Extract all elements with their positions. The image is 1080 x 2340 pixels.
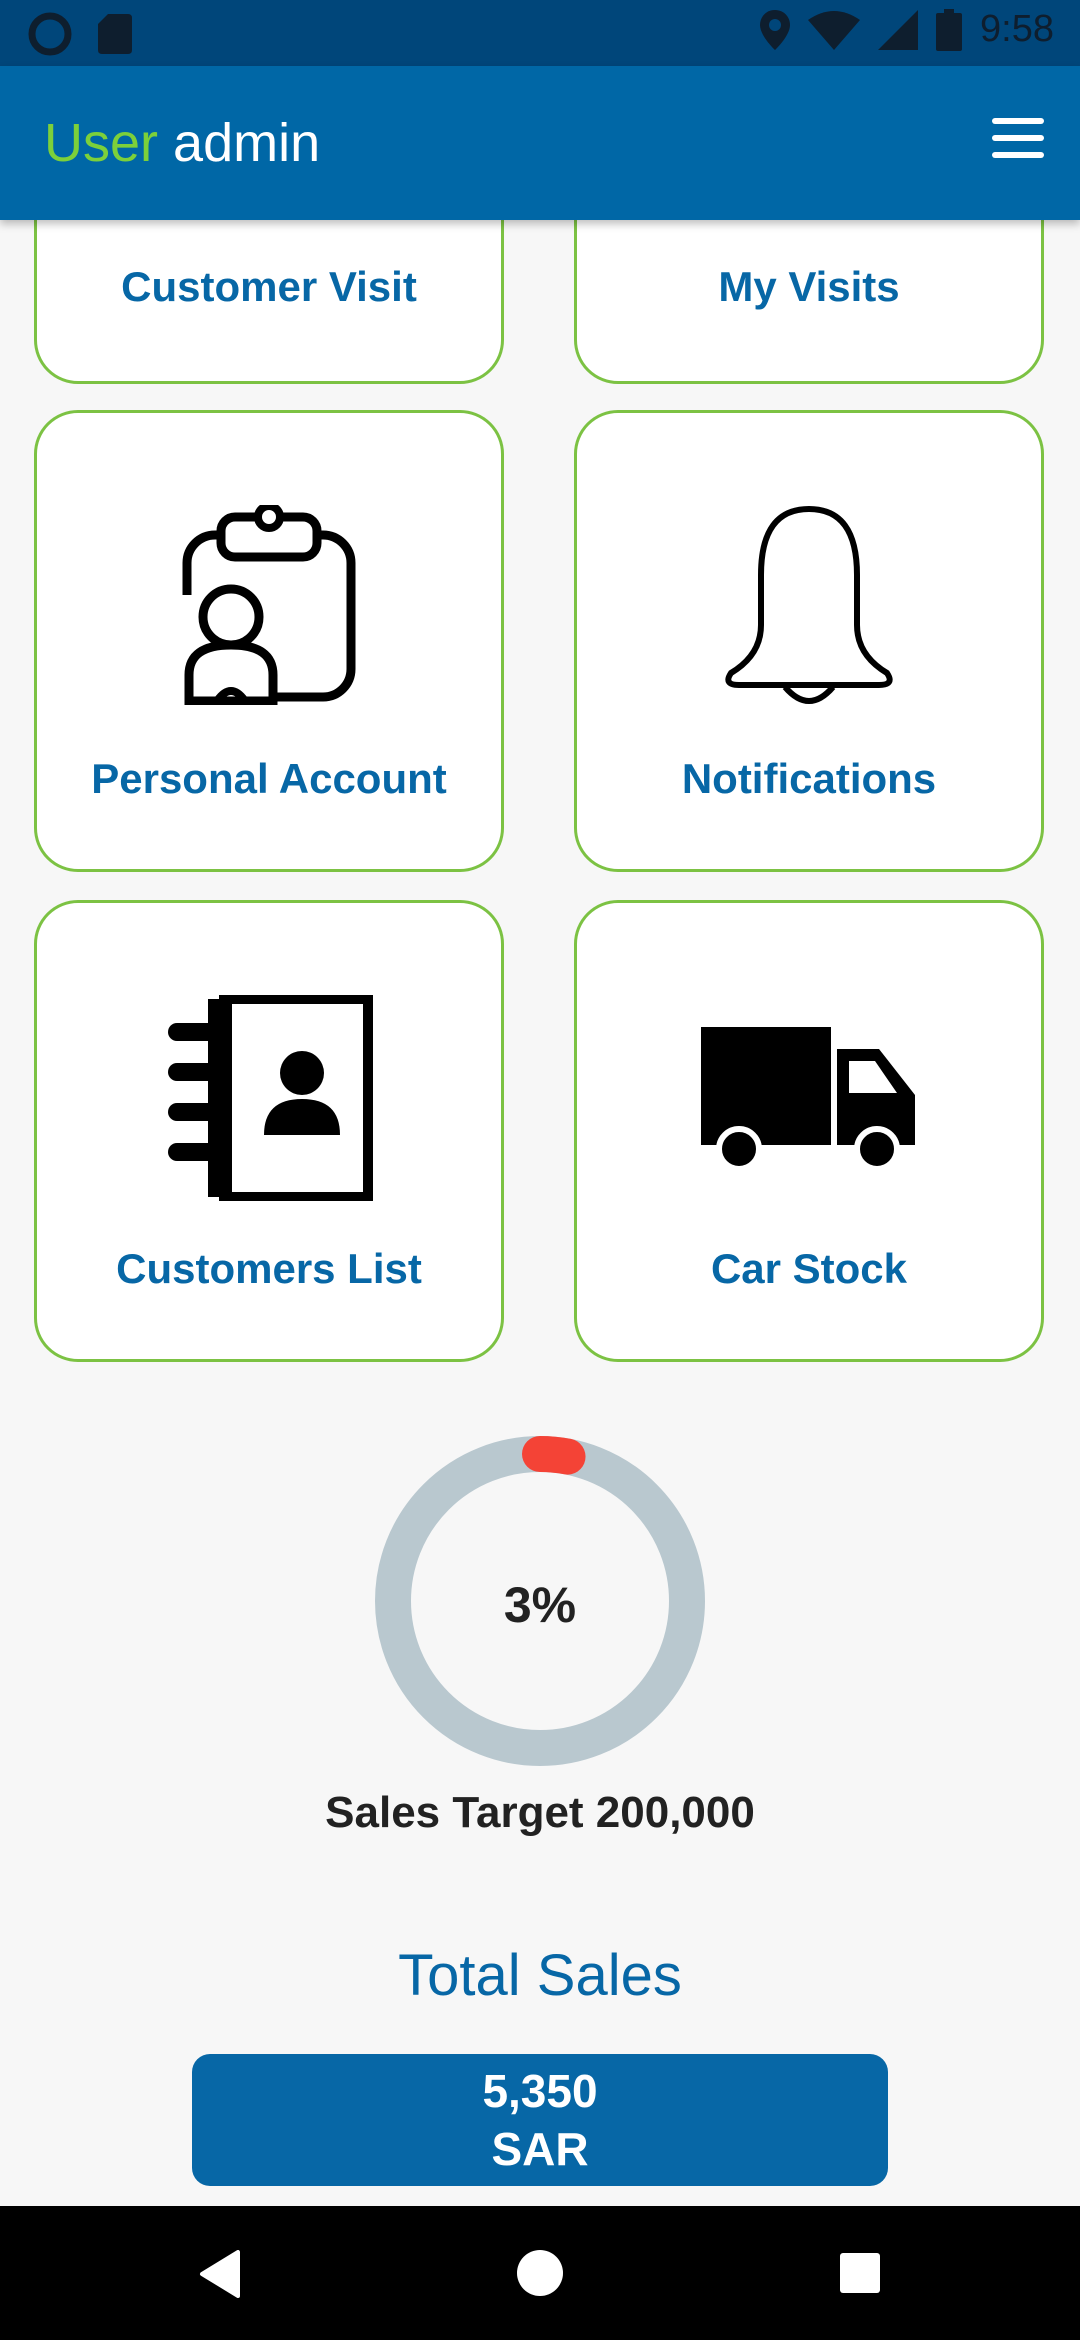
user-title: User admin (44, 112, 320, 174)
hamburger-menu-icon[interactable] (992, 118, 1044, 168)
sales-target-label: Sales Target 200,000 (325, 1788, 755, 1837)
home-icon[interactable] (515, 2248, 565, 2298)
my-visits-tile[interactable]: My Visits (574, 220, 1044, 384)
circle-notification-icon (28, 12, 72, 56)
personal-account-tile[interactable]: Personal Account (34, 410, 504, 872)
recents-icon[interactable] (839, 2252, 881, 2294)
total-sales-title: Total Sales (398, 1943, 682, 2008)
total-sales-amount: 5,350 (482, 2065, 598, 2117)
location-icon (760, 9, 791, 50)
car-stock-tile[interactable]: Car Stock (574, 900, 1044, 1362)
battery-icon (936, 8, 963, 51)
wifi-icon (808, 10, 861, 50)
app-bar: User admin (0, 66, 1080, 220)
tile-label: Customers List (116, 1245, 422, 1292)
progress-percent: 3% (503, 1577, 577, 1633)
clock: 9:58 (980, 8, 1054, 50)
user-label: User (44, 113, 159, 173)
status-bar: 9:58 (0, 0, 1080, 66)
clipboard-user-icon (181, 505, 356, 705)
back-icon[interactable] (198, 2250, 242, 2298)
truck-icon (701, 1027, 915, 1172)
customer-visit-tile[interactable]: Customer Visit (34, 220, 504, 384)
notifications-tile[interactable]: Notifications (574, 410, 1044, 872)
sales-progress-ring: 3% (373, 1434, 707, 1768)
total-sales-currency: SAR (491, 2123, 589, 2175)
sd-card-icon (98, 14, 132, 54)
total-sales-value: 5,350 SAR (192, 2054, 888, 2186)
tile-label: Customer Visit (121, 263, 417, 310)
customers-list-tile[interactable]: Customers List (34, 900, 504, 1362)
system-navigation-bar (0, 2206, 1080, 2340)
tile-label: Notifications (681, 755, 937, 802)
tile-label: My Visits (718, 263, 900, 310)
tile-label: Personal Account (91, 755, 447, 802)
tile-label: Car Stock (710, 1245, 908, 1292)
contact-book-icon (168, 995, 373, 1201)
cell-signal-icon (878, 9, 919, 50)
bell-icon (725, 505, 893, 704)
progress-arc (522, 1436, 586, 1475)
username: admin (173, 113, 321, 173)
dashboard-content: Customer Visit My Visits Personal Accoun… (0, 220, 1080, 2206)
